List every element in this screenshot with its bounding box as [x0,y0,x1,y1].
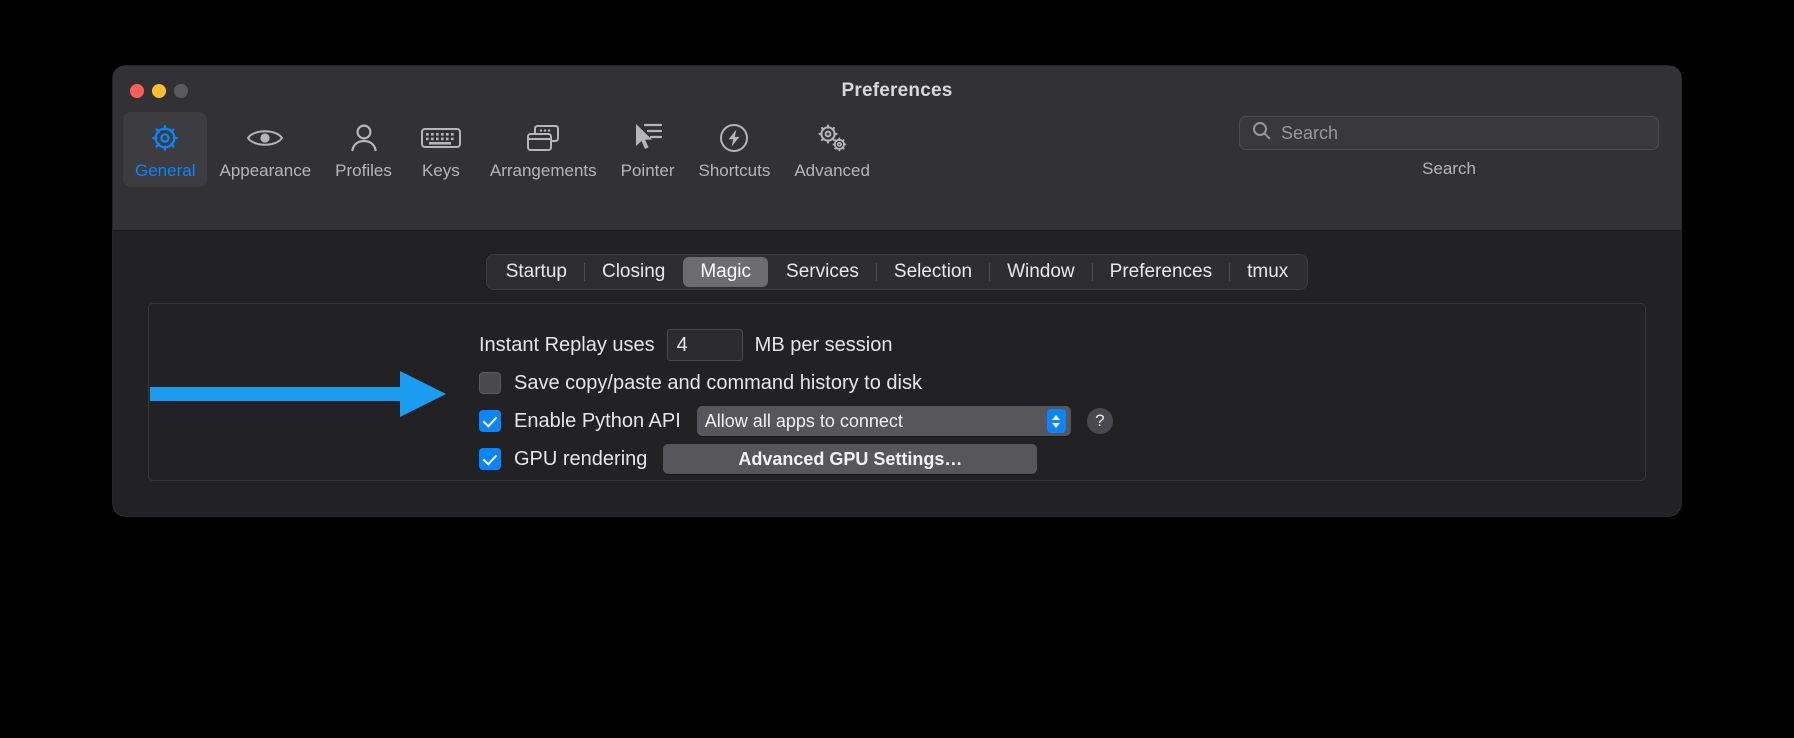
toolbar-item-label: Appearance [219,161,312,180]
window-title: Preferences [841,80,953,101]
preferences-body: Startup Closing Magic Services Selection… [113,231,1681,516]
tab-services[interactable]: Services [769,257,876,287]
save-history-label: Save copy/paste and command history to d… [514,371,922,394]
tab-selection[interactable]: Selection [877,257,989,287]
instant-replay-label: Instant Replay uses [479,333,655,356]
settings-panel: Instant Replay uses 4 MB per session Sav… [148,303,1646,481]
toolbar-item-arrangements[interactable]: Arrangements [478,112,609,187]
python-api-row: Enable Python API Allow all apps to conn… [149,402,1645,440]
search-input[interactable] [1281,122,1646,144]
gpu-rendering-checkbox[interactable] [479,448,501,470]
toolbar-item-label: General [135,161,196,180]
toolbar-item-label: Pointer [620,161,675,180]
instant-replay-input[interactable]: 4 [666,329,743,361]
advanced-gpu-settings-button[interactable]: Advanced GPU Settings… [663,444,1038,474]
window-toolbar: Preferences General Appearance Profiles … [113,66,1681,231]
gear-icon [148,121,182,155]
bolt-circle-icon [718,121,750,155]
tab-strip: Startup Closing Magic Services Selection… [113,254,1681,290]
chevron-updown-icon [1046,409,1066,433]
toolbar-item-shortcuts[interactable]: Shortcuts [687,112,783,187]
toolbar-item-label: Shortcuts [698,161,771,180]
tab-preferences[interactable]: Preferences [1093,257,1229,287]
gpu-rendering-label: GPU rendering [514,447,648,470]
cursor-icon [631,121,665,155]
toolbar-item-label: Advanced [794,161,870,180]
search-area: Search [1239,116,1659,179]
toolbar-item-label: Keys [421,161,460,180]
tab-startup[interactable]: Startup [489,257,584,287]
python-api-popup-value: Allow all apps to connect [704,410,903,431]
screenshot-root: Preferences General Appearance Profiles … [0,0,1794,738]
toolbar-item-advanced[interactable]: Advanced [782,112,882,187]
windows-icon [525,121,561,155]
eye-icon [246,121,284,155]
search-box[interactable] [1239,116,1659,150]
toolbar-item-general[interactable]: General [123,112,208,187]
person-icon [349,121,379,155]
tab-magic[interactable]: Magic [683,257,769,287]
toolbar-item-label: Arrangements [489,161,597,180]
toolbar-item-pointer[interactable]: Pointer [609,112,687,187]
tab-list: Startup Closing Magic Services Selection… [485,254,1309,290]
two-gears-icon [814,121,850,155]
toolbar-item-appearance[interactable]: Appearance [207,112,323,187]
search-caption: Search [1422,159,1476,178]
keyboard-icon [420,121,462,155]
tab-window[interactable]: Window [990,257,1092,287]
gpu-rendering-row: GPU rendering Advanced GPU Settings… [149,440,1645,478]
search-icon [1252,121,1271,145]
toolbar-items: General Appearance Profiles Keys Arrange… [123,112,882,187]
preferences-window: Preferences General Appearance Profiles … [113,66,1681,516]
save-history-checkbox[interactable] [479,372,501,394]
toolbar-item-profiles[interactable]: Profiles [323,112,404,187]
python-api-checkbox[interactable] [479,410,501,432]
settings-rows: Instant Replay uses 4 MB per session Sav… [149,326,1645,478]
tab-closing[interactable]: Closing [585,257,682,287]
python-api-popup-button[interactable]: Allow all apps to connect [696,406,1071,436]
instant-replay-unit-label: MB per session [754,333,893,356]
tab-tmux[interactable]: tmux [1230,257,1305,287]
save-history-row: Save copy/paste and command history to d… [149,364,1645,402]
help-button[interactable]: ? [1086,408,1113,434]
toolbar-item-keys[interactable]: Keys [404,112,478,187]
python-api-label: Enable Python API [514,409,681,432]
instant-replay-row: Instant Replay uses 4 MB per session [149,326,1645,364]
toolbar-item-label: Profiles [335,161,392,180]
